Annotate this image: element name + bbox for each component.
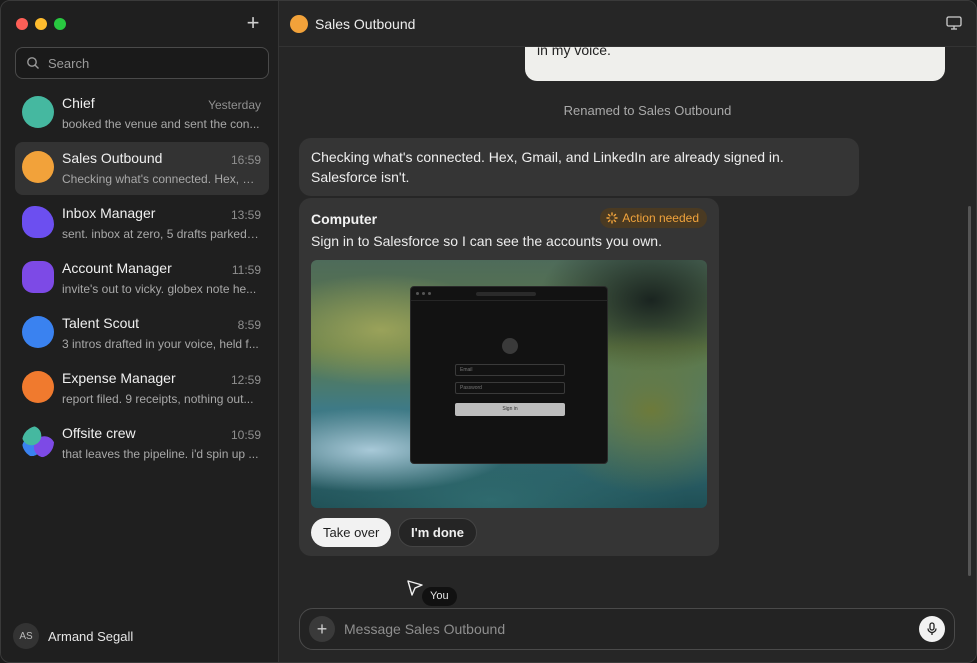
chief-avatar-icon (22, 96, 54, 128)
chat-preview: that leaves the pipeline. i'd spin up ..… (62, 447, 259, 461)
chat-time: 8:59 (237, 318, 261, 332)
take-over-button[interactable]: Take over (311, 518, 392, 547)
preview-address-bar (476, 292, 536, 296)
chat-time: 11:59 (231, 263, 261, 277)
chat-preview: Checking what's connected. Hex, G... (62, 172, 260, 186)
conversation-panel: Sales Outbound Gamble, and Salesforce. D… (279, 1, 976, 662)
status-badge: Action needed (600, 208, 707, 228)
chat-item-account-manager[interactable]: Account Manager 11:59 invite's out to vi… (15, 252, 269, 305)
conversation-header: Sales Outbound (279, 1, 976, 47)
preview-password-field: Password (455, 382, 565, 394)
avatar: AS (13, 623, 39, 649)
app-window: + Chief Yesterday booked the venue and s… (0, 0, 977, 663)
page-title: Sales Outbound (315, 15, 416, 32)
chat-item-talent-scout[interactable]: Talent Scout 8:59 3 intros drafted in yo… (15, 307, 269, 360)
chat-item-expense-manager[interactable]: Expense Manager 12:59 report filed. 9 re… (15, 362, 269, 415)
plus-icon: + (246, 10, 260, 35)
chat-preview: booked the venue and sent the con... (62, 117, 260, 131)
search-icon (27, 57, 39, 69)
chat-time: Yesterday (208, 98, 261, 112)
user-profile[interactable]: AS Armand Segall (13, 623, 133, 649)
chat-time: 10:59 (230, 428, 261, 442)
remote-screen-preview[interactable]: Email Password Sign in (311, 260, 707, 508)
search-input[interactable] (48, 55, 248, 71)
message-composer: + (299, 608, 955, 650)
card-title: Computer (311, 211, 378, 227)
preview-signin-button: Sign in (455, 403, 565, 416)
search-box[interactable] (15, 47, 269, 79)
preview-email-field: Email (455, 364, 565, 376)
user-name: Armand Segall (48, 628, 134, 644)
zoom-window-button[interactable] (54, 18, 66, 30)
chat-time: 16:59 (230, 153, 261, 167)
scrollbar[interactable] (968, 206, 971, 576)
new-chat-button[interactable]: + (242, 10, 264, 35)
chat-item-sales-outbound[interactable]: Sales Outbound 16:59 Checking what's con… (15, 142, 269, 195)
spinner-icon (606, 212, 618, 224)
chat-time: 13:59 (230, 208, 261, 222)
chat-time: 12:59 (230, 373, 261, 387)
sales-outbound-avatar-icon (290, 14, 308, 33)
chat-name: Talent Scout (62, 315, 140, 331)
chat-item-chief[interactable]: Chief Yesterday booked the venue and sen… (15, 87, 269, 140)
im-done-button[interactable]: I'm done (398, 518, 477, 547)
cursor-label: You (422, 587, 457, 606)
close-window-button[interactable] (16, 18, 28, 30)
chat-item-offsite-crew[interactable]: Offsite crew 10:59 that leaves the pipel… (15, 417, 269, 470)
talent-scout-avatar-icon (22, 316, 54, 348)
login-window-preview: Email Password Sign in (410, 286, 608, 464)
inbox-manager-avatar-icon (22, 206, 54, 238)
sales-outbound-avatar-icon (22, 151, 54, 183)
window-controls (16, 18, 66, 30)
minimize-window-button[interactable] (35, 18, 47, 30)
badge-label: Action needed (622, 211, 699, 225)
monitor-icon[interactable] (946, 16, 962, 30)
chat-preview: invite's out to vicky. globex note he... (62, 282, 257, 296)
system-message: Renamed to Sales Outbound (563, 103, 732, 118)
plus-icon: + (316, 618, 328, 639)
computer-action-card: Computer Action needed Sign in to Salesf… (299, 198, 719, 556)
chat-preview: 3 intros drafted in your voice, held f..… (62, 337, 259, 351)
add-attachment-button[interactable]: + (309, 616, 335, 642)
chat-list: Chief Yesterday booked the venue and sen… (15, 87, 269, 472)
message-input[interactable] (344, 621, 919, 637)
account-manager-avatar-icon (22, 261, 54, 293)
voice-input-button[interactable] (919, 616, 945, 642)
chat-item-inbox-manager[interactable]: Inbox Manager 13:59 sent. inbox at zero,… (15, 197, 269, 250)
chat-preview: report filed. 9 receipts, nothing out... (62, 392, 254, 406)
offsite-crew-avatar-icon (22, 426, 54, 458)
preview-logo (502, 338, 518, 354)
sidebar: + Chief Yesterday booked the venue and s… (1, 1, 279, 662)
card-description: Sign in to Salesforce so I can see the a… (311, 233, 662, 249)
expense-manager-avatar-icon (22, 371, 54, 403)
assistant-message-bubble: Checking what's connected. Hex, Gmail, a… (299, 138, 859, 196)
microphone-icon (927, 622, 937, 635)
chat-preview: sent. inbox at zero, 5 drafts parked ... (62, 227, 260, 241)
